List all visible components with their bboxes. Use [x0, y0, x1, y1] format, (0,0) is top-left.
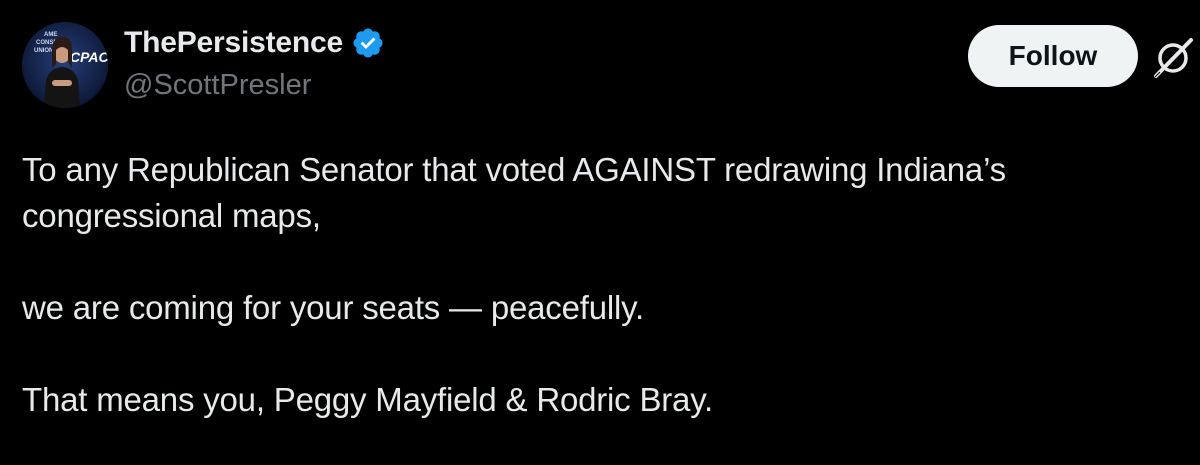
avatar-text-4: CPAC — [70, 49, 108, 65]
tweet-paragraph: To any Republican Senator that voted AGA… — [22, 151, 1006, 234]
author-name-row: ThePersistence — [124, 24, 385, 62]
avatar-text-3: UNION — [34, 48, 53, 54]
avatar[interactable]: AME CONSE UNION CPAC — [22, 22, 108, 108]
author-handle[interactable]: @ScottPresler — [124, 69, 311, 102]
tweet-card: AME CONSE UNION CPAC ThePersistence @Sco… — [0, 0, 1200, 465]
display-name[interactable]: ThePersistence — [124, 26, 343, 60]
avatar-text-1: AME — [44, 32, 57, 38]
tweet-paragraph: we are coming for your seats — peacefull… — [22, 289, 644, 326]
tweet-text: To any Republican Senator that voted AGA… — [22, 147, 1187, 423]
follow-button[interactable]: Follow — [968, 25, 1138, 87]
tweet-paragraph: That means you, Peggy Mayfield & Rodric … — [22, 381, 714, 418]
x-logo-icon[interactable] — [1148, 36, 1198, 80]
verified-badge-icon — [351, 26, 385, 60]
